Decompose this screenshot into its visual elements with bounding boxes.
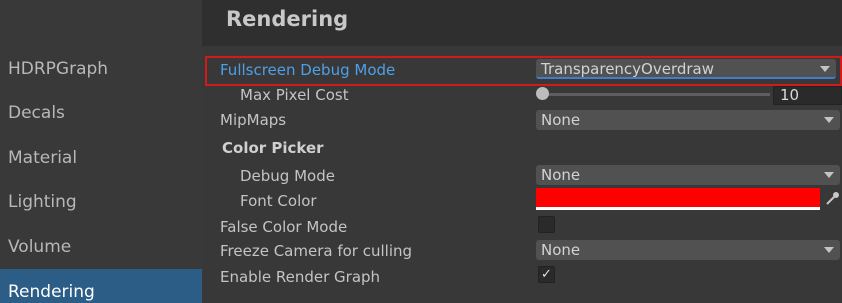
sidebar-item-volume[interactable]: Volume <box>8 237 71 257</box>
max-pixel-cost-field[interactable]: 10 <box>773 86 842 105</box>
sidebar-item-lighting[interactable]: Lighting <box>8 192 77 212</box>
enable-render-graph-label: Enable Render Graph <box>220 268 381 286</box>
fullscreen-debug-mode-label: Fullscreen Debug Mode <box>220 61 396 79</box>
panel-header: Rendering <box>202 0 842 46</box>
sidebar-item-decals[interactable]: Decals <box>8 103 65 123</box>
chevron-down-icon <box>824 247 834 253</box>
eyedropper-icon[interactable] <box>823 190 841 208</box>
mipmaps-label: MipMaps <box>220 111 287 129</box>
chevron-down-icon <box>820 66 830 72</box>
max-pixel-cost-label: Max Pixel Cost <box>240 86 349 104</box>
debug-mode-label: Debug Mode <box>240 167 335 185</box>
freeze-camera-label: Freeze Camera for culling <box>220 242 413 260</box>
debug-mode-dropdown[interactable]: None <box>536 165 840 185</box>
font-color-label: Font Color <box>240 192 317 210</box>
dropdown-value: None <box>541 241 581 259</box>
page-title: Rendering <box>226 7 349 31</box>
slider-handle[interactable] <box>536 87 549 100</box>
enable-render-graph-checkbox[interactable]: ✓ <box>538 266 555 283</box>
dropdown-value: None <box>541 111 581 129</box>
max-pixel-cost-slider[interactable] <box>541 93 770 96</box>
sidebar-item-material[interactable]: Material <box>8 148 77 168</box>
false-color-mode-label: False Color Mode <box>220 218 348 236</box>
false-color-mode-checkbox[interactable] <box>538 216 555 233</box>
mipmaps-dropdown[interactable]: None <box>536 110 840 130</box>
chevron-down-icon <box>824 172 834 178</box>
sidebar-item-hdrpgraph[interactable]: HDRPGraph <box>8 59 108 79</box>
color-picker-heading: Color Picker <box>222 139 324 157</box>
dropdown-value: None <box>541 166 581 184</box>
sidebar-item-label: Rendering <box>8 282 95 302</box>
fullscreen-debug-mode-dropdown[interactable]: TransparencyOverdraw <box>536 59 836 79</box>
freeze-camera-dropdown[interactable]: None <box>536 240 840 260</box>
checkmark-icon: ✓ <box>541 267 552 282</box>
settings-sidebar: HDRPGraph Decals Material Lighting Volum… <box>0 0 202 303</box>
chevron-down-icon <box>824 117 834 123</box>
sidebar-item-rendering[interactable]: Rendering <box>0 269 202 303</box>
dropdown-value: TransparencyOverdraw <box>541 60 715 78</box>
color-alpha-bar <box>536 207 820 210</box>
